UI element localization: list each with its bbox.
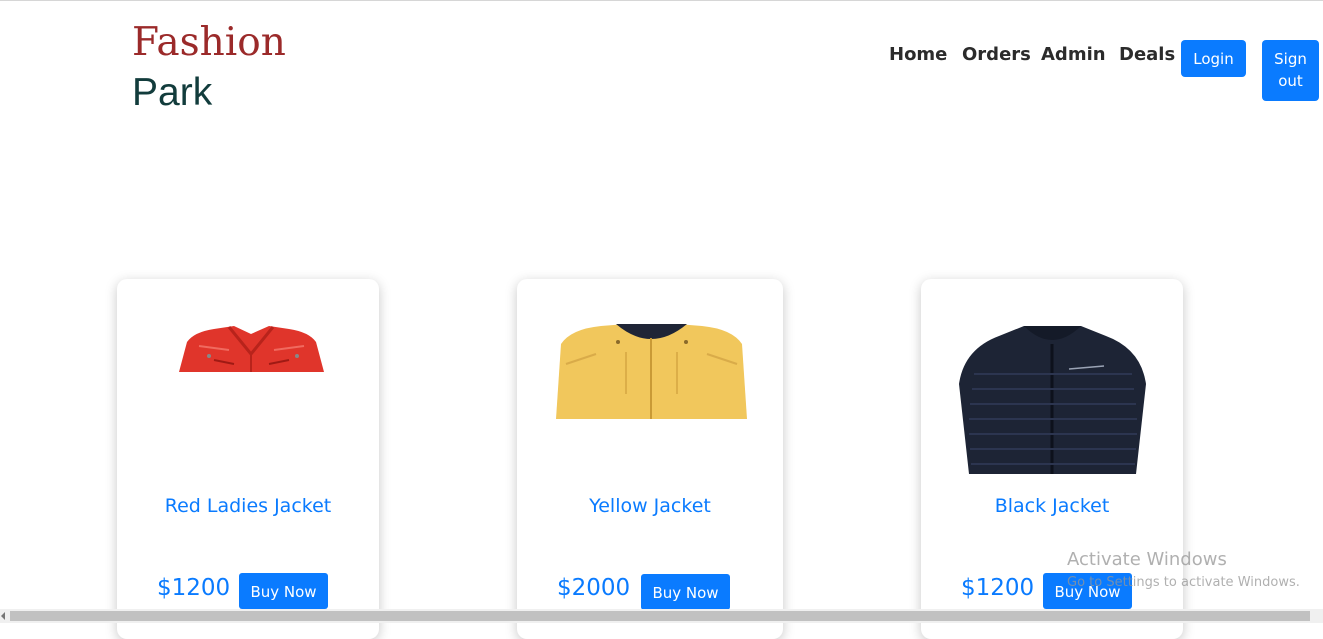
buy-now-button[interactable]: Buy Now	[641, 574, 730, 610]
product-card: Red Ladies Jacket $1200 Buy Now	[117, 279, 379, 639]
yellow-jacket-image	[556, 324, 747, 419]
scrollbar-thumb[interactable]	[10, 611, 1310, 621]
login-button[interactable]: Login	[1181, 40, 1246, 77]
buy-now-button[interactable]: Buy Now	[239, 573, 328, 609]
product-title[interactable]: Red Ladies Jacket	[117, 495, 379, 517]
horizontal-scrollbar[interactable]	[0, 609, 1323, 623]
sign-out-button[interactable]: Sign out	[1262, 40, 1319, 101]
product-card: Yellow Jacket $2000 Buy Now	[517, 279, 783, 639]
product-price: $2000	[557, 575, 631, 601]
scroll-left-icon[interactable]	[1, 612, 5, 620]
red-jacket-image	[179, 324, 324, 372]
nav-deals[interactable]: Deals	[1119, 44, 1175, 65]
nav-orders[interactable]: Orders	[962, 44, 1031, 65]
nav-home[interactable]: Home	[889, 44, 947, 65]
brand-line-2[interactable]: Park	[132, 70, 212, 116]
activate-windows-title: Activate Windows	[1067, 549, 1227, 570]
black-jacket-image	[954, 324, 1151, 474]
product-title[interactable]: Black Jacket	[921, 495, 1183, 517]
product-title[interactable]: Yellow Jacket	[517, 495, 783, 517]
top-border	[0, 0, 1323, 1]
activate-windows-subtitle: Go to Settings to activate Windows.	[1067, 575, 1300, 590]
product-price: $1200	[157, 575, 231, 601]
product-price: $1200	[961, 575, 1035, 601]
nav-admin[interactable]: Admin	[1041, 44, 1106, 65]
brand-line-1[interactable]: Fashion	[132, 20, 286, 66]
